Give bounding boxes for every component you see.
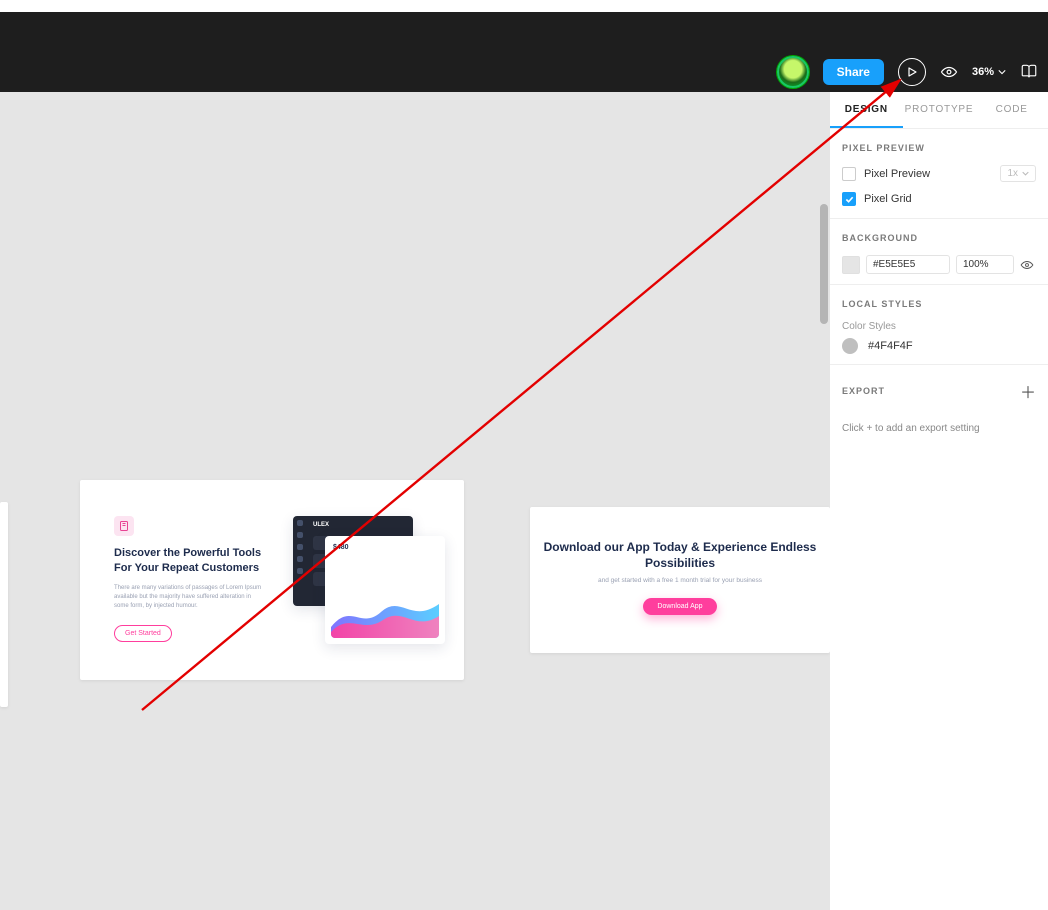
library-icon[interactable] (1020, 63, 1038, 81)
section-background: BACKGROUND #E5E5E5 100% (830, 219, 1048, 285)
section-export: EXPORT ＋ (830, 365, 1048, 413)
local-styles-subheader: Color Styles (842, 321, 1036, 332)
pixel-preview-scale-select[interactable]: 1x (1000, 165, 1036, 182)
feature-icon (114, 516, 134, 536)
design-frame-2[interactable]: Download our App Today & Experience Endl… (530, 507, 830, 653)
chevron-down-icon (1022, 170, 1029, 177)
local-styles-header: LOCAL STYLES (842, 299, 1036, 309)
frame1-cta-button: Get Started (114, 625, 172, 642)
chevron-down-icon (998, 68, 1006, 76)
background-opacity-input[interactable]: 100% (956, 255, 1014, 274)
frame2-subtitle: and get started with a free 1 month tria… (530, 577, 830, 584)
pixel-preview-header: PIXEL PREVIEW (842, 143, 1036, 153)
frame2-title: Download our App Today & Experience Endl… (538, 539, 822, 571)
background-visibility-toggle[interactable] (1020, 258, 1036, 272)
section-local-styles: LOCAL STYLES Color Styles #4F4F4F (830, 285, 1048, 365)
frame2-cta-button: Download App (643, 598, 716, 615)
present-button[interactable] (898, 58, 926, 86)
color-style-name: #4F4F4F (868, 340, 913, 352)
frame1-title: Discover the Powerful Tools For Your Rep… (114, 546, 264, 576)
tab-code[interactable]: CODE (975, 92, 1048, 128)
frame1-text-column: Discover the Powerful Tools For Your Rep… (114, 516, 264, 642)
share-button[interactable]: Share (823, 59, 884, 85)
mockup-panel-front: $480 (325, 536, 445, 644)
mockup-brand: ULEX (313, 522, 329, 528)
top-toolbar: Share 36% (0, 52, 1048, 92)
mockup-area-chart (331, 582, 439, 638)
zoom-control[interactable]: 36% (972, 66, 1006, 78)
canvas-scrollbar[interactable] (820, 204, 828, 324)
pixel-grid-checkbox[interactable] (842, 192, 856, 206)
background-hex-input[interactable]: #E5E5E5 (866, 255, 950, 274)
pixel-preview-label: Pixel Preview (864, 168, 930, 180)
frame-edge[interactable] (0, 502, 8, 707)
frame1-paragraph: There are many variations of passages of… (114, 584, 264, 611)
frame1-dashboard-mockup: ULEX $480 (275, 510, 450, 660)
view-options-icon[interactable] (940, 63, 958, 81)
background-header: BACKGROUND (842, 233, 1036, 243)
pixel-grid-label: Pixel Grid (864, 193, 912, 205)
inspector-panel: DESIGN PROTOTYPE CODE PIXEL PREVIEW Pixe… (830, 92, 1048, 910)
color-style-item[interactable]: #4F4F4F (842, 338, 1036, 354)
color-style-swatch (842, 338, 858, 354)
zoom-value: 36% (972, 66, 994, 78)
window-chrome-strip (0, 0, 1048, 12)
canvas[interactable]: Discover the Powerful Tools For Your Rep… (0, 92, 830, 910)
mockup-chart-label: $480 (333, 544, 349, 551)
app-menu-bar (0, 12, 1048, 52)
tab-design[interactable]: DESIGN (830, 92, 903, 128)
section-pixel-preview: PIXEL PREVIEW Pixel Preview 1x Pixel Gri… (830, 129, 1048, 219)
add-export-button[interactable]: ＋ (1020, 379, 1036, 403)
tab-prototype[interactable]: PROTOTYPE (903, 92, 976, 128)
inspector-tabs: DESIGN PROTOTYPE CODE (830, 92, 1048, 129)
export-hint: Click + to add an export setting (830, 413, 1048, 444)
pixel-preview-checkbox[interactable] (842, 167, 856, 181)
user-avatar[interactable] (777, 56, 809, 88)
background-color-swatch[interactable] (842, 256, 860, 274)
design-frame-1[interactable]: Discover the Powerful Tools For Your Rep… (80, 480, 464, 680)
export-header: EXPORT (842, 386, 885, 396)
